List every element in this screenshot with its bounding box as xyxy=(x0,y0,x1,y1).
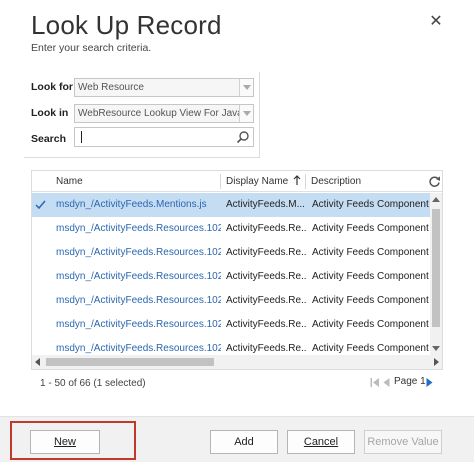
cell-display-name: ActivityFeeds.Re... xyxy=(226,343,306,354)
remove-value-button-label: Remove Value xyxy=(367,436,439,448)
column-header-display-name-label: Display Name xyxy=(226,176,289,187)
scroll-up-icon[interactable] xyxy=(432,197,440,202)
cell-name[interactable]: msdyn_/ActivityFeeds.Resources.102... xyxy=(56,337,221,355)
vertical-scrollbar[interactable] xyxy=(430,193,442,355)
add-button[interactable]: Add xyxy=(210,430,278,454)
close-icon[interactable]: ✕ xyxy=(428,14,444,30)
table-row[interactable]: msdyn_/ActivityFeeds.Resources.102... Ac… xyxy=(32,241,430,265)
cancel-button[interactable]: Cancel xyxy=(287,430,355,454)
cell-display-name: ActivityFeeds.Re... xyxy=(226,295,306,306)
column-header-name[interactable]: Name xyxy=(50,171,83,192)
cancel-button-label: Cancel xyxy=(303,436,339,448)
table-row[interactable]: msdyn_/ActivityFeeds.Resources.102... Ac… xyxy=(32,217,430,241)
cell-name[interactable]: msdyn_/ActivityFeeds.Resources.102... xyxy=(56,217,221,241)
look-for-value: Web Resource xyxy=(78,82,144,93)
new-button-label: New xyxy=(53,436,76,448)
search-label: Search xyxy=(31,133,67,145)
look-in-select[interactable]: WebResource Lookup View For Java Scr xyxy=(74,104,254,123)
record-count-status: 1 - 50 of 66 (1 selected) xyxy=(40,378,146,389)
cell-display-name: ActivityFeeds.Re... xyxy=(226,247,306,258)
search-icon[interactable] xyxy=(236,130,250,144)
cell-display-name: ActivityFeeds.Re... xyxy=(226,223,306,234)
cell-display-name: ActivityFeeds.M... xyxy=(226,199,305,210)
cell-name[interactable]: msdyn_/ActivityFeeds.Mentions.js xyxy=(56,193,221,217)
scroll-right-icon[interactable] xyxy=(434,358,439,366)
previous-page-icon[interactable] xyxy=(383,377,390,388)
next-page-icon[interactable] xyxy=(426,377,433,388)
look-in-value: WebResource Lookup View For Java Scr xyxy=(78,108,254,119)
cell-description: Activity Feeds Component xyxy=(312,343,429,354)
chevron-down-icon xyxy=(239,79,253,96)
table-row[interactable]: msdyn_/ActivityFeeds.Resources.102... Ac… xyxy=(32,265,430,289)
cell-description: Activity Feeds Component xyxy=(312,271,429,282)
new-button[interactable]: New xyxy=(30,430,100,454)
refresh-icon[interactable] xyxy=(428,175,441,188)
cell-description: Activity Feeds Component xyxy=(312,223,429,234)
scroll-down-icon[interactable] xyxy=(432,346,440,351)
first-page-icon[interactable] xyxy=(370,377,380,388)
scroll-left-icon[interactable] xyxy=(35,358,40,366)
horizontal-scrollbar[interactable] xyxy=(32,355,442,369)
table-row[interactable]: msdyn_/ActivityFeeds.Resources.102... Ac… xyxy=(32,289,430,313)
look-for-label: Look for xyxy=(31,81,73,93)
cell-name[interactable]: msdyn_/ActivityFeeds.Resources.102... xyxy=(56,313,221,337)
check-icon[interactable] xyxy=(35,199,46,210)
cell-name[interactable]: msdyn_/ActivityFeeds.Resources.102... xyxy=(56,265,221,289)
add-button-label: Add xyxy=(234,436,254,448)
search-input[interactable] xyxy=(74,127,254,147)
cell-description: Activity Feeds Component xyxy=(312,199,429,210)
cell-display-name: ActivityFeeds.Re... xyxy=(226,271,306,282)
horizontal-scroll-thumb[interactable] xyxy=(46,358,214,366)
cell-name[interactable]: msdyn_/ActivityFeeds.Resources.102... xyxy=(56,241,221,265)
sort-ascending-icon xyxy=(293,175,301,185)
look-in-label: Look in xyxy=(31,107,69,119)
results-grid: Name Display Name Description msdyn_/Act… xyxy=(31,170,443,370)
chevron-down-icon xyxy=(239,105,253,122)
text-caret xyxy=(81,131,82,143)
look-for-select[interactable]: Web Resource xyxy=(74,78,254,97)
dialog-subtitle: Enter your search criteria. xyxy=(31,42,152,54)
cell-description: Activity Feeds Component xyxy=(312,319,429,330)
lookup-dialog: Look Up Record Enter your search criteri… xyxy=(0,0,474,462)
dialog-title: Look Up Record xyxy=(31,10,222,40)
remove-value-button[interactable]: Remove Value xyxy=(364,430,442,454)
cell-description: Activity Feeds Component xyxy=(312,295,429,306)
page-number: Page 1 xyxy=(394,376,426,387)
table-row[interactable]: msdyn_/ActivityFeeds.Mentions.js Activit… xyxy=(32,193,430,217)
table-row[interactable]: msdyn_/ActivityFeeds.Resources.102... Ac… xyxy=(32,313,430,337)
grid-header: Name Display Name Description xyxy=(32,171,442,192)
table-row[interactable]: msdyn_/ActivityFeeds.Resources.102... Ac… xyxy=(32,337,430,355)
cell-name[interactable]: msdyn_/ActivityFeeds.Resources.102... xyxy=(56,289,221,313)
vertical-scroll-thumb[interactable] xyxy=(432,209,440,327)
cell-description: Activity Feeds Component xyxy=(312,247,429,258)
grid-body: msdyn_/ActivityFeeds.Mentions.js Activit… xyxy=(32,193,430,355)
column-header-display-name[interactable]: Display Name xyxy=(220,171,301,192)
column-header-description[interactable]: Description xyxy=(305,171,361,192)
cell-display-name: ActivityFeeds.Re... xyxy=(226,319,306,330)
